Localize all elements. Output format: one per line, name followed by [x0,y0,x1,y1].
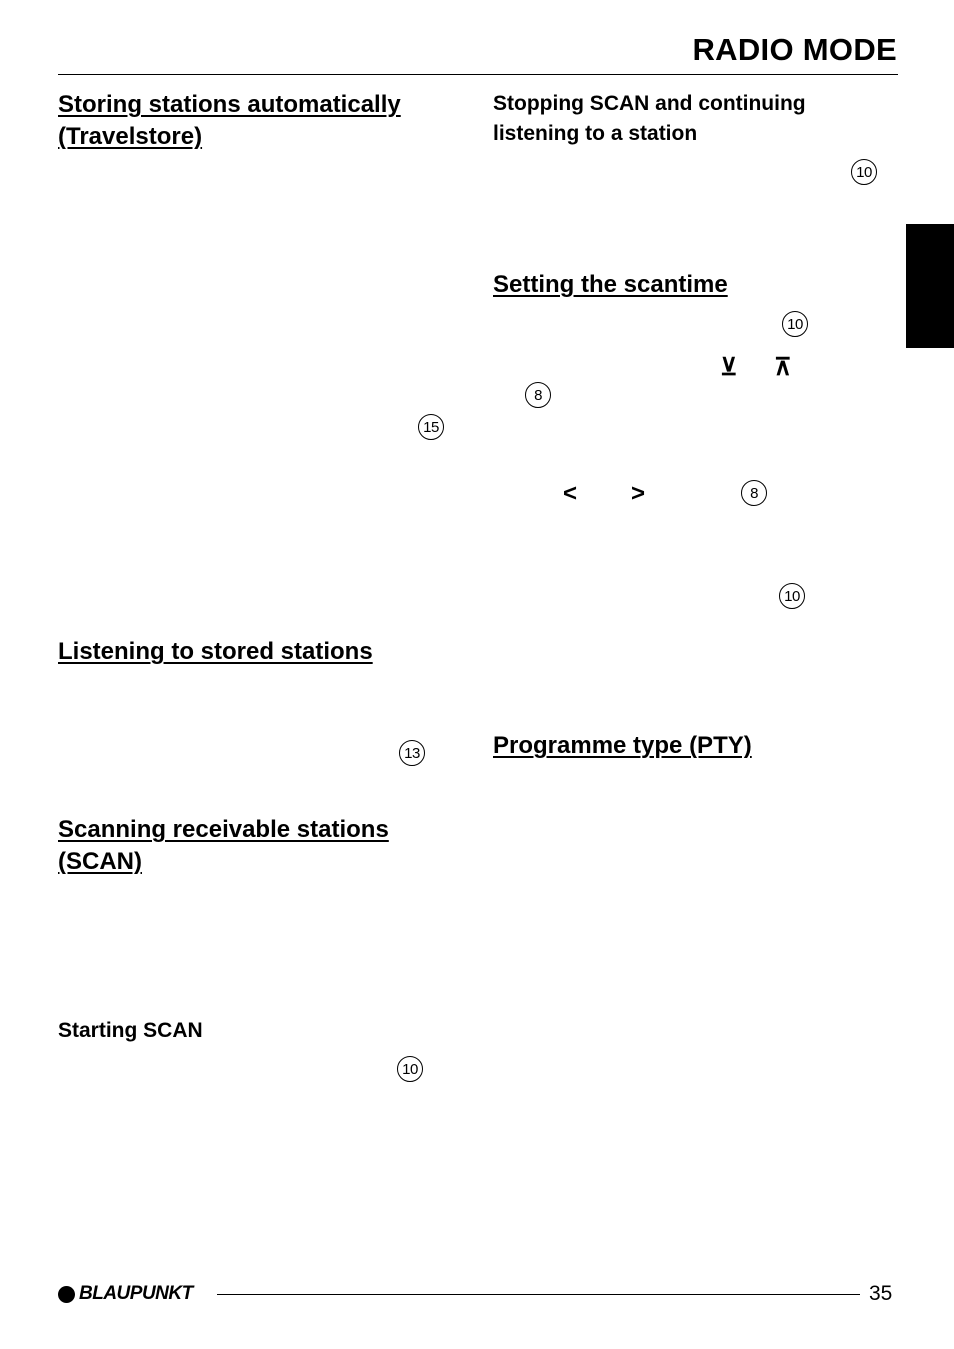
logo-dot-icon [58,1285,75,1303]
section-tab-marker [906,224,954,348]
button-ref-10-icon: 10 [851,159,877,185]
heading-pty: Programme type (PTY) [493,732,752,759]
button-ref-10-icon: 10 [397,1056,423,1082]
button-ref-8-icon: 8 [741,480,767,506]
title-rule [58,74,898,75]
subheading-stopping-scan: Stopping SCAN and continuing listening t… [493,92,806,145]
button-ref-10-icon: 10 [782,311,808,337]
page-title: RADIO MODE [692,32,897,67]
heading-listening-stored: Listening to stored stations [58,638,373,665]
heading-travelstore: Storing stations automatically (Travelst… [58,91,401,150]
button-ref-10-icon: 10 [779,583,805,609]
arrow-left-key-icon: < [563,480,578,507]
footer-rule [217,1294,860,1295]
arrow-up-key-icon: ⊼ [774,354,792,381]
brand-name: BLAUPUNKT [79,1283,193,1304]
heading-scantime: Setting the scantime [493,271,728,298]
button-ref-15-icon: 15 [418,414,444,440]
heading-scan: Scanning receivable stations (SCAN) [58,816,389,875]
brand-logo: BLAUPUNKT [58,1283,193,1305]
page-number: 35 [869,1282,893,1305]
button-ref-8-icon: 8 [525,382,551,408]
arrow-down-key-icon: ⊻ [720,354,738,381]
button-ref-13-icon: 13 [399,740,425,766]
arrow-right-key-icon: > [631,480,646,507]
subheading-starting-scan: Starting SCAN [58,1019,203,1042]
